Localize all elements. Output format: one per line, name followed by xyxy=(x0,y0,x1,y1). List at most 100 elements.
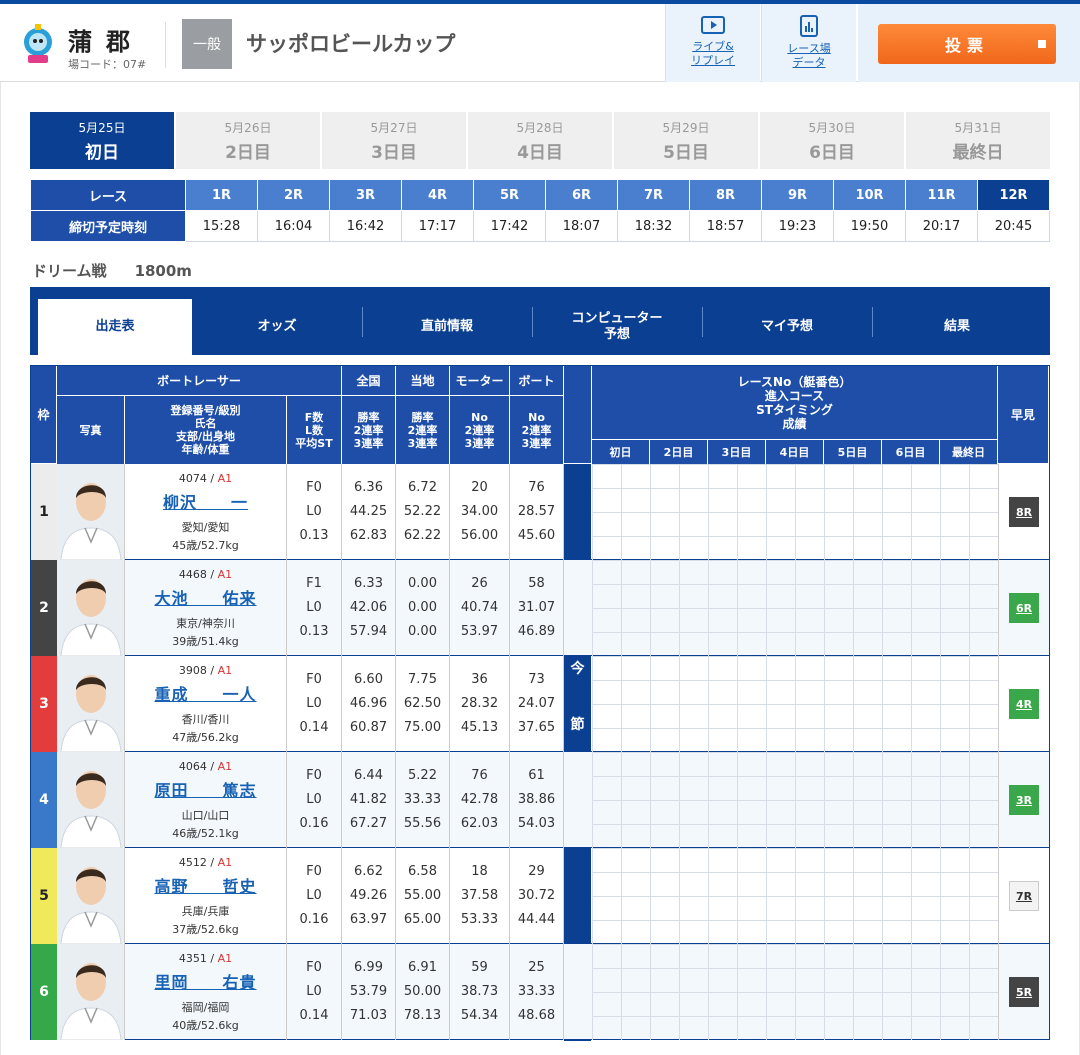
vote-button[interactable]: 投票 xyxy=(878,24,1056,64)
day-name: 3日目 xyxy=(371,142,417,163)
stat-value: 53.97 xyxy=(460,624,499,639)
hayami-race-link[interactable]: 7R xyxy=(1009,881,1039,911)
stat-value: 58 xyxy=(528,576,545,591)
deadline-time: 18:57 xyxy=(689,210,762,242)
hayami-cell: 8R xyxy=(998,464,1049,560)
day-tab-3[interactable]: 5月27日 3日目 xyxy=(322,112,466,169)
racer-reg: 4074 / A1 xyxy=(178,472,233,485)
vote-area: 投票 xyxy=(858,4,1080,82)
race-tab-3r[interactable]: 3R xyxy=(329,179,402,211)
series-day-header: 5日目 xyxy=(824,440,882,464)
race-tab-7r[interactable]: 7R xyxy=(617,179,690,211)
stat-value: 6.99 xyxy=(354,960,383,975)
day-date: 5月28日 xyxy=(516,120,564,135)
race-tab-6r[interactable]: 6R xyxy=(545,179,618,211)
stat-value: 33.33 xyxy=(517,984,556,999)
series-header: レースNo（艇番色） 進入コース STタイミング 成績 xyxy=(592,366,998,440)
stat-motor: 76 42.78 62.03 xyxy=(450,752,510,848)
hayami-race-link[interactable]: 8R xyxy=(1009,497,1039,527)
hayami-race-link[interactable]: 6R xyxy=(1009,593,1039,623)
tab-2[interactable]: 直前情報 xyxy=(362,299,532,355)
hayami-race-link[interactable]: 3R xyxy=(1009,785,1039,815)
day-date: 5月25日 xyxy=(78,120,126,135)
reg-header: 登録番号/級別 氏名 支部/出身地 年齢/体重 xyxy=(125,396,287,464)
tab-1[interactable]: オッズ xyxy=(192,299,362,355)
stat-motor: 59 38.73 54.34 xyxy=(450,944,510,1040)
venue-name: 蒲郡 xyxy=(68,28,144,56)
racer-name-link[interactable]: 高野 哲史 xyxy=(125,873,286,897)
race-tab-8r[interactable]: 8R xyxy=(689,179,762,211)
live-replay-link[interactable]: ライブ& リプレイ xyxy=(665,4,760,82)
tab-4[interactable]: マイ予想 xyxy=(702,299,872,355)
race-tab-12r[interactable]: 12R xyxy=(977,179,1050,211)
racer-name-link[interactable]: 原田 篤志 xyxy=(125,777,286,801)
boatracer-header: ボートレーサー xyxy=(57,366,342,396)
day-tab-5[interactable]: 5月29日 5日目 xyxy=(614,112,758,169)
series-day-header: 6日目 xyxy=(882,440,940,464)
day-tab-1[interactable]: 5月25日初日 xyxy=(30,112,174,169)
stat-value: 61 xyxy=(528,768,545,783)
racer-class: A1 xyxy=(217,760,233,773)
waku-number: 1 xyxy=(31,464,57,560)
hayami-race-link[interactable]: 5R xyxy=(1009,977,1039,1007)
stat-value: 63.97 xyxy=(349,912,388,927)
stat-value: F0 xyxy=(306,480,322,495)
stat-value: 45.60 xyxy=(517,528,556,543)
tochi-sub-header: 勝率 2連率 3連率 xyxy=(396,396,450,464)
day-name: 初日 xyxy=(85,142,119,163)
day-tab-6[interactable]: 5月30日 6日目 xyxy=(760,112,904,169)
mascot-logo-icon[interactable] xyxy=(16,22,60,66)
racer-name-link[interactable]: 里岡 右貴 xyxy=(125,969,286,993)
race-tab-5r[interactable]: 5R xyxy=(473,179,546,211)
racer-reg-number: 4468 xyxy=(178,568,207,581)
tab-3[interactable]: コンピューター 予想 xyxy=(532,299,702,355)
stat-value: 55.00 xyxy=(403,888,442,903)
race-tab-10r[interactable]: 10R xyxy=(833,179,906,211)
race-tab-1r[interactable]: 1R xyxy=(185,179,258,211)
stat-tochi: 0.00 0.00 0.00 xyxy=(396,560,450,656)
day-name: 6日目 xyxy=(809,142,855,163)
racer-name-link[interactable]: 大池 佑来 xyxy=(125,585,286,609)
stat-value: 36 xyxy=(471,672,488,687)
race-tab-11r[interactable]: 11R xyxy=(905,179,978,211)
day-tab-2[interactable]: 5月26日 2日目 xyxy=(176,112,320,169)
race-tab-9r[interactable]: 9R xyxy=(761,179,834,211)
day-name: 4日目 xyxy=(517,142,563,163)
stat-boat: 25 33.33 48.68 xyxy=(510,944,564,1040)
racer-info: 4064 / A1 原田 篤志 山口/山口 46歳/52.1kg xyxy=(125,752,287,848)
stat-value: L0 xyxy=(306,504,322,519)
racer-age-weight: 45歳/52.7kg xyxy=(172,539,239,552)
race-label-cell: レース xyxy=(30,179,186,211)
stat-motor: 26 40.74 53.97 xyxy=(450,560,510,656)
stat-zenkoku: 6.60 46.96 60.87 xyxy=(342,656,396,752)
race-tab-2r[interactable]: 2R xyxy=(257,179,330,211)
race-tab-4r[interactable]: 4R xyxy=(401,179,474,211)
racer-photo xyxy=(57,848,125,944)
chart-doc-icon xyxy=(800,15,818,37)
stat-tochi: 6.91 50.00 78.13 xyxy=(396,944,450,1040)
tab-5[interactable]: 結果 xyxy=(872,299,1042,355)
stat-zenkoku: 6.44 41.82 67.27 xyxy=(342,752,396,848)
racer-name-link[interactable]: 柳沢 一 xyxy=(125,489,286,513)
series-day-header: 3日目 xyxy=(708,440,766,464)
deadline-time: 18:32 xyxy=(617,210,690,242)
stat-value: 62.50 xyxy=(403,696,442,711)
tab-0[interactable]: 出走表 xyxy=(38,299,192,355)
stat-value: 0.16 xyxy=(299,816,329,831)
stat-value: 0.16 xyxy=(299,912,329,927)
day-tab-4[interactable]: 5月28日 4日目 xyxy=(468,112,612,169)
stat-value: 0.13 xyxy=(299,528,329,543)
racer-class: A1 xyxy=(217,472,233,485)
racer-branch: 兵庫/兵庫 xyxy=(181,905,230,918)
stat-value: 50.00 xyxy=(403,984,442,999)
racer-row: 1 4074 / A1 柳沢 一愛知/愛知 45歳/52.7kg F0 L0 0.13 6.3… xyxy=(31,464,1049,560)
stat-value: 30.72 xyxy=(517,888,556,903)
racer-reg: 4512 / A1 xyxy=(178,856,233,869)
stat-value: 57.94 xyxy=(349,624,388,639)
waku-number: 2 xyxy=(31,560,57,656)
stadium-data-link[interactable]: レース場 データ xyxy=(761,4,856,82)
waku-number: 5 xyxy=(31,848,57,944)
day-tab-7[interactable]: 5月31日 最終日 xyxy=(906,112,1050,169)
racer-name-link[interactable]: 重成 一人 xyxy=(125,681,286,705)
hayami-race-link[interactable]: 4R xyxy=(1009,689,1039,719)
